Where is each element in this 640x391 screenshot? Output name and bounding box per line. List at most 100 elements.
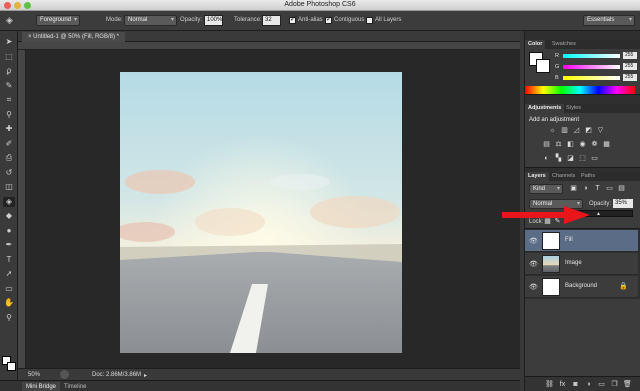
status-arrow-icon[interactable]: ▸ <box>144 372 147 379</box>
layer-opacity-input[interactable]: 35% <box>613 199 633 208</box>
tab-adjustments[interactable]: Adjustments <box>525 104 565 113</box>
exposure-icon[interactable]: ◩ <box>584 126 593 135</box>
pen-icon[interactable]: ✒ <box>3 240 15 250</box>
delete-layer-icon[interactable]: 🗑 <box>623 380 632 389</box>
quick-select-icon[interactable]: ✎ <box>3 81 15 91</box>
visibility-eye-icon[interactable]: 👁 <box>529 260 538 268</box>
tab-timeline[interactable]: Timeline <box>60 382 90 391</box>
red-channel-slider[interactable]: R 255 <box>555 52 637 60</box>
brush-icon[interactable]: ✐ <box>3 139 15 149</box>
gradient-map-icon[interactable]: ▭ <box>590 154 599 163</box>
tab-channels[interactable]: Channels <box>549 172 578 181</box>
blue-value[interactable]: 255 <box>623 74 637 81</box>
type-icon[interactable]: T <box>3 255 15 265</box>
eyedropper-icon[interactable]: ⚲ <box>3 110 15 120</box>
layer-name[interactable]: Fill <box>565 237 573 243</box>
visibility-eye-icon[interactable]: 👁 <box>529 283 538 291</box>
photo-filter-icon[interactable]: ◉ <box>578 140 587 149</box>
layer-row-image[interactable]: 👁 Image <box>525 253 638 275</box>
threshold-icon[interactable]: ◪ <box>566 154 575 163</box>
smart-object-filter-icon[interactable]: ▤ <box>617 184 626 193</box>
tab-styles[interactable]: Styles <box>563 104 584 113</box>
crop-icon[interactable]: ⌗ <box>3 95 15 105</box>
new-adjustment-layer-icon[interactable]: ◑ <box>584 380 593 389</box>
all-layers-checkbox[interactable] <box>366 17 373 24</box>
new-group-icon[interactable]: ▭ <box>597 380 606 389</box>
posterize-icon[interactable]: ▚ <box>554 154 563 163</box>
color-lookup-icon[interactable]: ▦ <box>602 140 611 149</box>
bottom-panel-tabs: Mini Bridge Timeline <box>0 380 520 391</box>
marquee-icon[interactable]: ⬚ <box>3 52 15 62</box>
layer-kind-filter[interactable]: Kind <box>529 184 563 194</box>
zoom-icon[interactable]: ⚲ <box>3 313 15 323</box>
tab-color[interactable]: Color <box>525 40 546 49</box>
layer-row-fill[interactable]: 👁 Fill <box>525 230 638 252</box>
opacity-slider-handle[interactable]: ▲ <box>596 211 601 217</box>
workspace-select[interactable]: Essentials <box>583 15 635 26</box>
levels-icon[interactable]: ▥ <box>560 126 569 135</box>
dodge-icon[interactable]: ● <box>3 226 15 236</box>
fill-source-select[interactable]: Foreground <box>36 15 80 26</box>
history-brush-icon[interactable]: ↺ <box>3 168 15 178</box>
vertical-ruler <box>18 50 26 368</box>
layer-mask-icon[interactable]: ◙ <box>571 380 580 389</box>
background-color-swatch[interactable] <box>536 59 550 73</box>
status-bar: 50% Doc: 2.86M/3.86M ▸ <box>18 368 520 380</box>
status-menu-icon[interactable] <box>60 370 69 379</box>
background-color-chip[interactable] <box>7 362 16 371</box>
layer-row-background[interactable]: 👁 Background 🔒 <box>525 276 638 298</box>
black-white-icon[interactable]: ◧ <box>566 140 575 149</box>
eraser-icon[interactable]: ◫ <box>3 182 15 192</box>
layer-thumbnail <box>542 278 560 296</box>
channel-mixer-icon[interactable]: ❁ <box>590 140 599 149</box>
layer-style-icon[interactable]: fx <box>558 380 567 389</box>
invert-icon[interactable]: ◐ <box>542 154 551 163</box>
move-icon[interactable]: ➤ <box>3 37 15 47</box>
curves-icon[interactable]: ◿ <box>572 126 581 135</box>
road-sky-image <box>120 72 402 353</box>
vibrance-icon[interactable]: ▽ <box>596 126 605 135</box>
anti-alias-checkbox[interactable] <box>289 15 296 24</box>
contiguous-checkbox[interactable] <box>325 15 332 24</box>
brightness-contrast-icon[interactable]: ☼ <box>548 126 557 135</box>
mode-select[interactable]: Normal <box>124 15 177 26</box>
lasso-icon[interactable]: ϼ <box>3 66 15 76</box>
paint-bucket-icon[interactable]: ◈ <box>6 15 13 26</box>
zoom-level[interactable]: 50% <box>28 372 40 378</box>
blue-channel-slider[interactable]: B 255 <box>555 74 637 82</box>
tab-layers[interactable]: Layers <box>525 172 549 181</box>
tolerance-input[interactable]: 32 <box>262 15 281 26</box>
pixel-filter-icon[interactable]: ▣ <box>569 184 578 193</box>
blur-icon[interactable]: ◆ <box>3 211 15 221</box>
opacity-input[interactable]: 100% <box>204 15 223 26</box>
selective-color-icon[interactable]: ⬚ <box>578 154 587 163</box>
path-select-icon[interactable]: ➚ <box>3 269 15 279</box>
rectangle-icon[interactable]: ▭ <box>3 284 15 294</box>
hue-saturation-icon[interactable]: ▤ <box>542 140 551 149</box>
layer-name[interactable]: Image <box>565 260 582 266</box>
red-value[interactable]: 255 <box>623 52 637 59</box>
layer-opacity-label: Opacity: <box>589 201 612 207</box>
type-filter-icon[interactable]: T <box>593 184 602 193</box>
adjustment-filter-icon[interactable]: ◑ <box>581 184 590 193</box>
tab-paths[interactable]: Paths <box>578 172 598 181</box>
clone-stamp-icon[interactable]: ⎙ <box>3 153 15 163</box>
color-balance-icon[interactable]: ⚖ <box>554 140 563 149</box>
green-channel-slider[interactable]: G 255 <box>555 63 637 71</box>
layer-name[interactable]: Background <box>565 283 597 289</box>
document-tab-label: Untitled-1 @ 50% (Fill, RGB/8) * <box>33 34 119 40</box>
green-value[interactable]: 255 <box>623 63 637 70</box>
shape-filter-icon[interactable]: ▭ <box>605 184 614 193</box>
document-canvas[interactable] <box>120 72 402 353</box>
new-layer-icon[interactable]: ❐ <box>610 380 619 389</box>
hand-icon[interactable]: ✋ <box>3 298 15 308</box>
paint-bucket-icon[interactable]: ◈ <box>3 196 15 207</box>
tab-swatches[interactable]: Swatches <box>549 40 579 49</box>
visibility-eye-icon[interactable]: 👁 <box>529 237 538 245</box>
healing-brush-icon[interactable]: ✚ <box>3 124 15 134</box>
document-tab[interactable]: × Untitled-1 @ 50% (Fill, RGB/8) * <box>22 32 125 42</box>
layers-footer: ⛓ fx ◙ ◑ ▭ ❐ 🗑 <box>525 376 640 391</box>
color-spectrum-bar[interactable] <box>525 86 635 94</box>
tab-mini-bridge[interactable]: Mini Bridge <box>22 382 61 391</box>
link-layers-icon[interactable]: ⛓ <box>545 380 554 389</box>
